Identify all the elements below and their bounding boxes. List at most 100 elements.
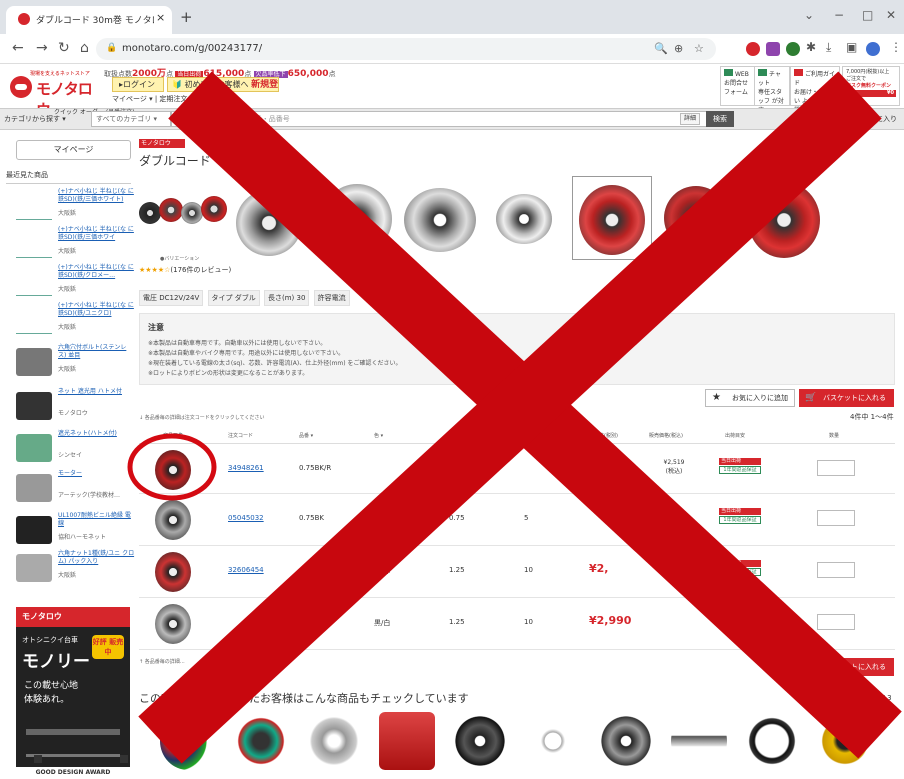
maximize-icon[interactable]: □	[862, 8, 873, 22]
recent-item[interactable]: ネット 遮光用 ハトメ付 モノタロウ	[16, 388, 134, 424]
category-search-menu[interactable]: カテゴリから探す ▾	[4, 115, 66, 123]
home-icon[interactable]: ⌂	[80, 40, 89, 56]
quantity-input[interactable]	[817, 614, 855, 630]
recent-item[interactable]: (+)ナベ小ねじ 半ねじ(な に鉄SD)(鉄/三価ホワイ 大阪鋲	[16, 226, 134, 262]
purchased-link[interactable]: 買ったもの	[818, 115, 853, 123]
favorites-link[interactable]: お気に入り	[862, 115, 897, 123]
related-product-item[interactable]	[744, 712, 800, 770]
related-product-item[interactable]	[817, 712, 873, 770]
tab-close-icon[interactable]: ×	[156, 11, 165, 24]
first-time-button[interactable]: 🔰 初めてのお客様へ 新規登録	[167, 77, 279, 92]
add-to-basket-bottom-button[interactable]: 🛒 バスケットに入れる	[799, 658, 894, 676]
add-favorite-button[interactable]: ★ お気に入りに追加	[705, 389, 795, 407]
th-color[interactable]: 色 ▾	[374, 432, 383, 439]
related-product-item[interactable]	[160, 712, 216, 770]
mypage-links[interactable]: マイページ ▾ | 定期注文 | ご購入	[112, 94, 215, 104]
order-code-link[interactable]: 32606454	[228, 566, 264, 574]
related-product-item[interactable]	[671, 712, 727, 770]
menu-kebab-icon[interactable]: ⋮	[890, 40, 902, 54]
search-input[interactable]: 商品名、キーワード、品番・品番号	[171, 111, 721, 127]
recent-item[interactable]: UL1007耐熱ビニル絶縁 電線 協和ハーモネット	[16, 512, 134, 548]
gallery-thumb-4[interactable]	[484, 176, 564, 260]
coupon-button[interactable]: 7,000円(税抜)以上 ご注文で マスク無料クーポン ¥0	[842, 66, 900, 106]
recent-item-name[interactable]: 六角ナット1種(鉄/ユニ クロム) パック入り	[58, 550, 136, 566]
recent-item[interactable]: (+)ナベ小ねじ 半ねじ(な に鉄SD)(鉄/クロメー… 大阪鋲	[16, 264, 134, 300]
recent-item-name[interactable]: ネット 遮光用 ハトメ付	[58, 388, 136, 396]
recent-item-name[interactable]: モーター	[58, 470, 136, 478]
recent-item[interactable]: モーターアーテック(学校教材…	[16, 470, 134, 506]
quantity-input[interactable]	[817, 510, 855, 526]
extensions-puzzle-icon[interactable]: ✱	[806, 40, 816, 54]
recent-item-maker: アーテック(学校教材…	[58, 492, 120, 499]
rating[interactable]: ★★★★☆(176件のレビュー)	[139, 265, 231, 275]
gallery-thumb-1[interactable]	[232, 176, 312, 260]
minimize-icon[interactable]: −	[834, 8, 844, 22]
recent-item-name[interactable]: (+)ナベ小ねじ 半ねじ(な に鉄SD)(鉄/ユニクロ)	[58, 302, 136, 318]
related-product-item[interactable]	[452, 712, 508, 770]
detail-search-button[interactable]: 詳細	[680, 113, 700, 125]
zoom-icon[interactable]: ⊕	[674, 42, 683, 55]
gallery-thumb-2[interactable]	[316, 176, 396, 260]
search-lens-icon[interactable]: 🔍	[654, 42, 668, 55]
search-button[interactable]: 検索	[706, 111, 734, 127]
related-product-item[interactable]	[379, 712, 435, 770]
back-icon[interactable]: ←	[12, 40, 24, 56]
variation-image[interactable]	[139, 190, 229, 238]
quantity-input[interactable]	[817, 460, 855, 476]
related-product-item[interactable]	[525, 712, 581, 770]
row-image[interactable]	[151, 550, 195, 594]
recent-item-name[interactable]: (+)ナベ小ねじ 半ねじ(な に鉄SD)(鉄/クロメー…	[58, 264, 136, 280]
extension-monotaro-icon[interactable]	[746, 42, 760, 56]
gallery-thumb-3[interactable]	[400, 176, 480, 260]
address-bar[interactable]: 🔒 monotaro.com/g/00243177/ 🔍 ⊕ ☆	[96, 38, 716, 60]
row-image[interactable]	[151, 602, 195, 646]
order-code-link[interactable]: 05045032	[228, 514, 264, 522]
gallery-thumb-6[interactable]	[656, 176, 736, 260]
spec-current: 許容電流	[313, 290, 350, 306]
tab-search-icon[interactable]: ⌄	[804, 8, 814, 22]
download-icon[interactable]: ⤓	[826, 40, 831, 55]
forward-icon[interactable]: →	[36, 40, 48, 56]
extension-purple-icon[interactable]	[766, 42, 780, 56]
related-pager[interactable]: ページ： 1/ 3	[848, 693, 892, 703]
guide-button[interactable]: ご利用ガイド お届け・お支払い よくあるご質問	[790, 66, 840, 114]
recent-item-name[interactable]: (+)ナベ小ねじ 半ねじ(な に鉄SD)(鉄/三価ホワイ	[58, 226, 136, 242]
recent-item-name[interactable]: 六角穴付ボルト(ステンレ ス) 並目	[58, 344, 136, 360]
site-logo[interactable]: モノタロウ	[10, 76, 98, 119]
sidebar-mypage-button[interactable]: マイページ	[16, 140, 131, 160]
related-product-item[interactable]	[598, 712, 654, 770]
gallery-thumb-5[interactable]	[572, 176, 652, 260]
recent-item[interactable]: 遮光ネット(ハトメ付) シンセイ	[16, 430, 134, 466]
bookmark-star-icon[interactable]: ☆	[694, 42, 704, 55]
extension-globe-icon[interactable]	[786, 42, 800, 56]
recent-item[interactable]: 六角穴付ボルト(ステンレ ス) 並目 大阪鋲	[16, 344, 134, 380]
browser-tab[interactable]: ダブルコード 30m巻 モノタロウ 自動車 ×	[6, 6, 172, 34]
monorii-ad-banner[interactable]: モノタロウ オトシニクイ台車 モノリー 好評 販売中 この載せ心地 体験あれ。 …	[16, 607, 130, 779]
recent-item[interactable]: 六角ナット1種(鉄/ユニ クロム) パック入り 大阪鋲	[16, 550, 134, 586]
th-model[interactable]: 品番 ▾	[299, 432, 313, 439]
recent-item-name[interactable]: 遮光ネット(ハトメ付)	[58, 430, 136, 438]
row-image[interactable]	[151, 498, 195, 542]
recent-item[interactable]: (+)ナベ小ねじ 半ねじ(な に鉄SD)(鉄/ユニクロ) 大阪鋲	[16, 302, 134, 338]
table-header: 商品画像 注文コード 品番 ▾ 色 ▾ 販売価格(税別) 販売価格(税込) 出荷…	[139, 428, 895, 444]
order-code-link[interactable]: 34948261	[228, 464, 264, 472]
new-tab-button[interactable]: +	[180, 8, 193, 26]
recent-item-name[interactable]: UL1007耐熱ビニル絶縁 電線	[58, 512, 136, 528]
related-product-item[interactable]	[306, 712, 362, 770]
all-categories-select[interactable]: すべてのカテゴリ ▾	[91, 111, 171, 127]
quantity-input[interactable]	[817, 562, 855, 578]
reload-icon[interactable]: ↻	[58, 40, 70, 56]
related-product-item[interactable]	[233, 712, 289, 770]
chat-button[interactable]: チャット 専任スタッフ が対応	[754, 66, 790, 114]
login-button[interactable]: ▸ログイン	[112, 77, 164, 92]
add-to-basket-button[interactable]: 🛒 バスケットに入れる	[799, 389, 894, 407]
quick-order-link[interactable]: クイック オーダー (品番注文)	[54, 110, 135, 116]
sidepanel-icon[interactable]: ▣	[846, 40, 857, 54]
recent-item[interactable]: (+)ナベ小ねじ 半ねじ(な に鉄SD)(鉄/三価ホワイト) 大阪鋲	[16, 188, 134, 224]
hand-cart-image	[26, 717, 128, 763]
web-contact-button[interactable]: WEB お問合せ フォーム	[720, 66, 756, 106]
recent-item-name[interactable]: (+)ナベ小ねじ 半ねじ(な に鉄SD)(鉄/三価ホワイト)	[58, 188, 136, 204]
close-window-icon[interactable]: ✕	[886, 8, 896, 22]
gallery-thumb-7[interactable]	[742, 176, 822, 260]
profile-avatar-icon[interactable]	[866, 42, 880, 56]
